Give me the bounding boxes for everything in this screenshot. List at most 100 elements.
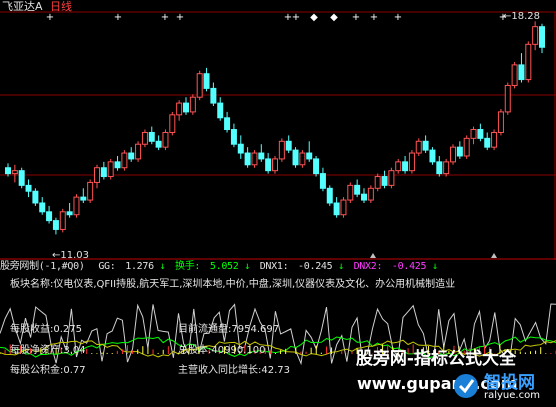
candle[interactable] [306,141,313,162]
candle[interactable] [66,202,73,218]
candle-body [176,102,183,116]
candle[interactable] [484,132,491,151]
candle[interactable] [456,141,463,159]
candle[interactable] [491,129,498,151]
candle-body [408,152,415,172]
candle[interactable] [11,164,18,183]
candle[interactable] [237,135,244,159]
candle[interactable] [258,144,265,162]
candle[interactable] [408,150,415,174]
candle[interactable] [244,147,251,168]
candlestick-chart[interactable]: + + + + + + ◆ ◆ + + + + [0,0,556,262]
candle[interactable] [381,170,388,189]
candle[interactable] [422,135,429,154]
candle[interactable] [73,194,80,218]
candle[interactable] [395,158,402,174]
candle[interactable] [128,147,135,162]
candle[interactable] [477,123,484,142]
candle[interactable] [59,208,66,233]
candle[interactable] [18,167,25,189]
candle[interactable] [285,135,292,154]
candle[interactable] [100,161,107,180]
candle[interactable] [210,82,217,107]
candle[interactable] [121,150,128,171]
candle-body [237,143,244,154]
candle[interactable] [39,197,46,215]
candle[interactable] [436,155,443,177]
triangle-marker [491,253,497,258]
candle[interactable] [326,185,333,206]
candle-body [148,131,155,142]
candle[interactable] [265,153,272,174]
candle[interactable] [169,111,176,136]
candle[interactable] [203,67,210,92]
candle[interactable] [155,135,162,151]
candle[interactable] [388,167,395,189]
candle[interactable] [450,144,456,165]
candle[interactable] [196,70,203,101]
candle-body [210,87,217,104]
candle-body [436,161,443,175]
candle[interactable] [415,138,422,156]
candle[interactable] [532,21,539,51]
candle[interactable] [518,53,525,83]
candle[interactable] [354,179,361,198]
candle[interactable] [87,179,94,203]
candle[interactable] [251,150,258,168]
candle[interactable] [511,61,518,89]
candle-body [539,26,545,48]
candle[interactable] [278,138,285,162]
indicator-name[interactable]: 股旁网制(-1,#Q0) [0,260,85,274]
candle[interactable] [347,182,354,203]
candle[interactable] [25,179,32,198]
candle[interactable] [135,141,142,162]
candle[interactable] [333,197,340,218]
candle[interactable] [183,97,189,115]
candle-body [443,161,450,175]
candle[interactable] [224,111,231,133]
candle[interactable] [148,126,155,145]
candle[interactable] [374,173,381,192]
candle[interactable] [189,94,196,115]
candle-body [39,202,46,213]
candle[interactable] [313,155,320,177]
candle[interactable] [217,97,224,121]
candle[interactable] [272,155,278,174]
candle-body [484,137,491,148]
candle[interactable] [114,155,121,171]
candle[interactable] [429,147,436,165]
candle-body [525,43,532,81]
candle[interactable] [94,164,100,189]
candle-body [278,140,285,160]
candle[interactable] [292,147,299,168]
candle[interactable] [141,129,148,148]
candle-body [251,152,258,166]
candle[interactable] [367,185,374,203]
candle[interactable] [299,150,306,168]
candle[interactable] [162,129,169,151]
candle[interactable] [504,82,511,115]
candle[interactable] [52,217,59,235]
candle[interactable] [340,197,347,218]
candle[interactable] [525,41,532,83]
candle[interactable] [443,158,450,177]
float-shares-text: 目前流通盘:7954.697 [178,324,280,335]
candle[interactable] [80,188,87,203]
candle[interactable] [361,188,367,203]
candle[interactable] [32,188,39,206]
candle[interactable] [46,205,53,224]
candle[interactable] [176,100,183,121]
period-label[interactable]: 日线 [50,0,72,13]
candle-body [59,211,66,230]
candle[interactable] [107,158,114,180]
candle-body [347,184,354,201]
candle[interactable] [230,123,237,148]
candle[interactable] [319,167,326,192]
candle[interactable] [463,135,470,159]
candle[interactable] [539,23,545,54]
candle[interactable] [470,126,477,145]
candle[interactable] [402,155,409,174]
candle-body [121,152,128,169]
candle-body [333,202,340,216]
candle[interactable] [497,108,504,136]
